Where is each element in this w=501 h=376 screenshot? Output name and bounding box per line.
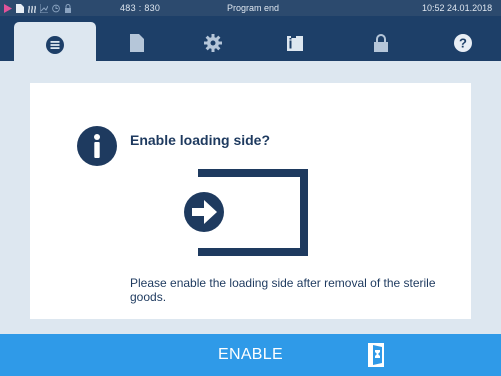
status-bar: 483 : 830 Program end 10:52 24.01.2018 xyxy=(0,0,501,16)
tab-bar: ? xyxy=(0,16,501,67)
tab-info[interactable] xyxy=(254,22,336,64)
program-status: Program end xyxy=(227,3,280,13)
tab-settings[interactable] xyxy=(172,22,254,64)
steam-icon xyxy=(28,5,36,13)
info-door-icon xyxy=(287,35,303,51)
tab-menu[interactable] xyxy=(14,22,96,67)
document-icon xyxy=(130,34,144,52)
lock-icon xyxy=(65,3,71,13)
dialog-question: Enable loading side? xyxy=(130,132,271,148)
chart-icon xyxy=(40,3,48,13)
info-icon xyxy=(77,126,117,166)
play-icon xyxy=(4,3,12,13)
clock-icon xyxy=(52,4,60,12)
dialog-message: Please enable the loading side after rem… xyxy=(130,276,436,304)
position-readout: 483 : 830 xyxy=(120,3,161,13)
status-icons xyxy=(4,3,72,13)
enable-button[interactable]: ENABLE xyxy=(0,334,501,376)
time: 10:52 xyxy=(422,3,445,13)
enable-button-label: ENABLE xyxy=(218,346,283,363)
tab-lock[interactable] xyxy=(340,22,422,64)
tab-logs[interactable] xyxy=(96,22,178,64)
loading-side-door-icon xyxy=(368,343,384,367)
date: 24.01.2018 xyxy=(447,3,493,13)
svg-text:?: ? xyxy=(459,36,467,51)
loading-door-illustration xyxy=(184,169,308,256)
lock-icon xyxy=(374,34,388,52)
gear-icon xyxy=(204,34,222,52)
list-icon xyxy=(46,35,64,54)
document-icon xyxy=(16,3,24,13)
tab-help[interactable]: ? xyxy=(422,22,501,64)
clock: 10:52 24.01.2018 xyxy=(422,3,492,13)
help-icon: ? xyxy=(454,34,472,52)
